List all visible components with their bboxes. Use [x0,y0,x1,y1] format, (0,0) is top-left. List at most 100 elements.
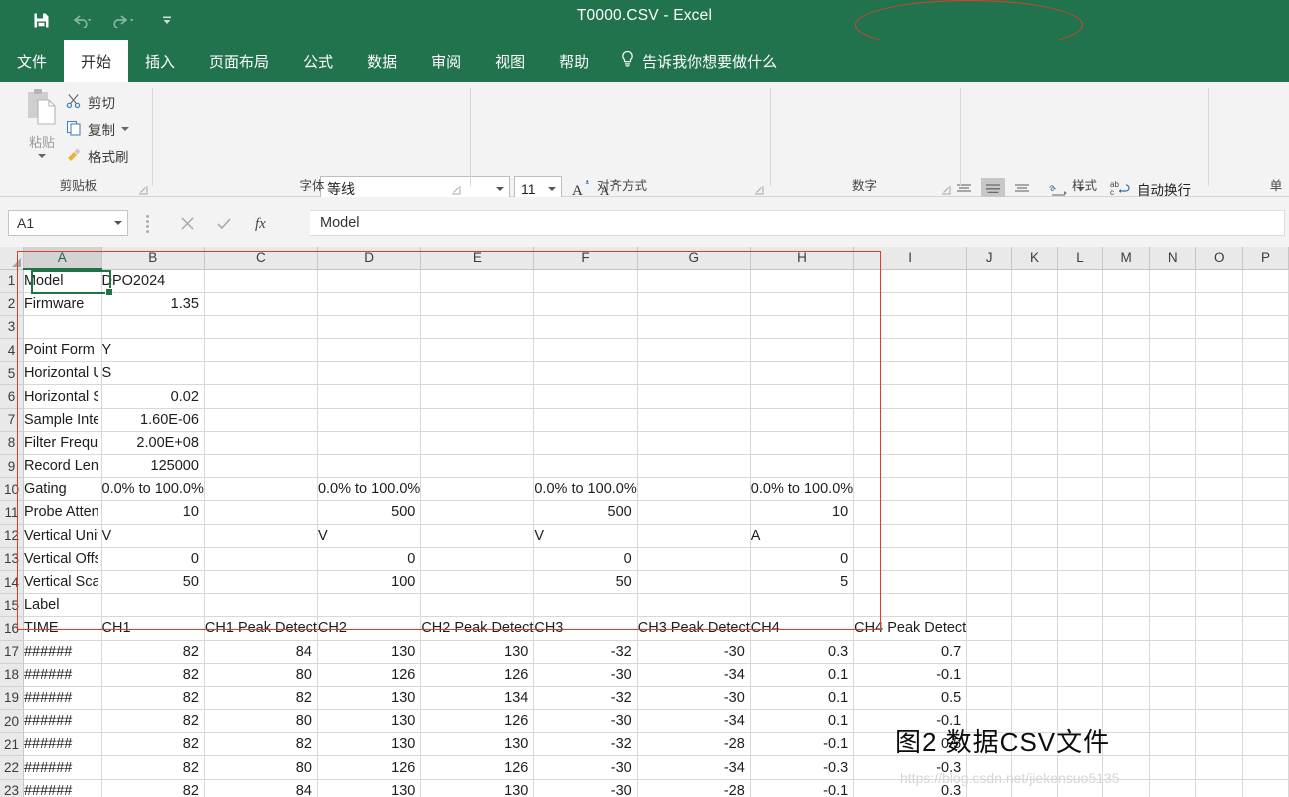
cell-B12[interactable]: V [101,524,205,548]
cell-D22[interactable]: 126 [317,755,422,780]
cell-K8[interactable] [1011,431,1058,456]
cell-F3[interactable] [533,315,638,340]
font-dialog-launcher[interactable] [451,182,461,195]
cell-N4[interactable] [1149,338,1197,363]
cell-P3[interactable] [1242,315,1289,340]
cell-B14[interactable]: 50 [101,570,205,595]
cell-F12[interactable]: V [533,524,638,548]
cell-M3[interactable] [1102,315,1151,340]
cell-G14[interactable] [637,570,751,595]
cell-M10[interactable] [1102,477,1151,502]
cell-D15[interactable] [317,593,422,618]
cell-B20[interactable]: 82 [101,709,205,734]
cell-K4[interactable] [1011,338,1058,363]
cell-J10[interactable] [966,477,1013,502]
cell-I6[interactable] [853,384,968,409]
cell-M4[interactable] [1102,338,1151,363]
cell-P18[interactable] [1242,663,1289,687]
cell-H23[interactable]: -0.1 [750,779,855,797]
cell-D16[interactable]: CH2 [317,616,422,641]
cell-A13[interactable]: Vertical Offset [23,547,102,571]
cell-N20[interactable] [1149,709,1197,734]
cell-N22[interactable] [1149,755,1197,780]
cell-P10[interactable] [1242,477,1289,502]
cell-G17[interactable]: -30 [637,640,751,664]
cell-J18[interactable] [966,663,1013,687]
insert-function-icon[interactable]: fx [246,210,280,236]
cell-P1[interactable] [1242,269,1289,293]
tab-review[interactable]: 审阅 [414,40,478,82]
alignment-dialog-launcher[interactable] [754,182,764,195]
cell-F8[interactable] [533,431,638,456]
cell-O6[interactable] [1195,384,1244,409]
column-header-j[interactable]: J [966,247,1013,270]
cell-D10[interactable]: 0.0% to 100.0% [317,477,422,502]
cell-E6[interactable] [420,384,535,409]
cell-A20[interactable]: ###### [23,709,102,734]
cell-J5[interactable] [966,361,1013,386]
cell-D1[interactable] [317,269,422,293]
cell-L16[interactable] [1057,616,1104,641]
cell-M12[interactable] [1102,524,1151,548]
cell-N17[interactable] [1149,640,1197,664]
cell-B8[interactable]: 2.00E+08 [101,431,205,456]
cell-E19[interactable]: 134 [420,686,535,711]
cell-B11[interactable]: 10 [101,500,205,525]
cell-E8[interactable] [420,431,535,456]
cell-H15[interactable] [750,593,855,618]
cell-L17[interactable] [1057,640,1104,664]
cell-H6[interactable] [750,384,855,409]
cell-H11[interactable]: 10 [750,500,855,525]
cell-E15[interactable] [420,593,535,618]
cell-L13[interactable] [1057,547,1104,571]
cell-P15[interactable] [1242,593,1289,618]
cell-F9[interactable] [533,454,638,479]
cell-N16[interactable] [1149,616,1197,641]
cell-G16[interactable]: CH3 Peak Detect [637,616,751,641]
copy-chevron-down-icon[interactable] [121,127,129,131]
cell-C8[interactable] [204,431,318,456]
cell-H9[interactable] [750,454,855,479]
cell-K7[interactable] [1011,408,1058,432]
cell-E4[interactable] [420,338,535,363]
cell-E17[interactable]: 130 [420,640,535,664]
cell-F15[interactable] [533,593,638,618]
cell-B23[interactable]: 82 [101,779,205,797]
cell-B4[interactable]: Y [101,338,205,363]
cell-C16[interactable]: CH1 Peak Detect [204,616,318,641]
cell-L19[interactable] [1057,686,1104,711]
cell-F4[interactable] [533,338,638,363]
cell-L6[interactable] [1057,384,1104,409]
cell-J15[interactable] [966,593,1013,618]
cell-F23[interactable]: -30 [533,779,638,797]
cell-F14[interactable]: 50 [533,570,638,595]
cell-D2[interactable] [317,292,422,316]
cell-H17[interactable]: 0.3 [750,640,855,664]
paste-chevron-down-icon[interactable] [38,154,46,158]
tab-page-layout[interactable]: 页面布局 [192,40,286,82]
cell-H21[interactable]: -0.1 [750,732,855,757]
cell-O21[interactable] [1195,732,1244,757]
cell-E2[interactable] [420,292,535,316]
cell-A6[interactable]: Horizontal Scale [23,384,102,409]
cell-P16[interactable] [1242,616,1289,641]
cell-D23[interactable]: 130 [317,779,422,797]
cell-M15[interactable] [1102,593,1151,618]
cell-G19[interactable]: -30 [637,686,751,711]
cell-G1[interactable] [637,269,751,293]
name-box[interactable]: A1 [8,210,128,236]
cell-N8[interactable] [1149,431,1197,456]
column-header-i[interactable]: I [853,247,968,270]
cell-L15[interactable] [1057,593,1104,618]
cell-L3[interactable] [1057,315,1104,340]
cell-L14[interactable] [1057,570,1104,595]
cell-P8[interactable] [1242,431,1289,456]
column-header-g[interactable]: G [637,247,751,270]
cell-F7[interactable] [533,408,638,432]
cell-F17[interactable]: -32 [533,640,638,664]
cell-I12[interactable] [853,524,968,548]
cell-L5[interactable] [1057,361,1104,386]
cell-E20[interactable]: 126 [420,709,535,734]
cell-B7[interactable]: 1.60E-06 [101,408,205,432]
column-header-k[interactable]: K [1011,247,1058,270]
